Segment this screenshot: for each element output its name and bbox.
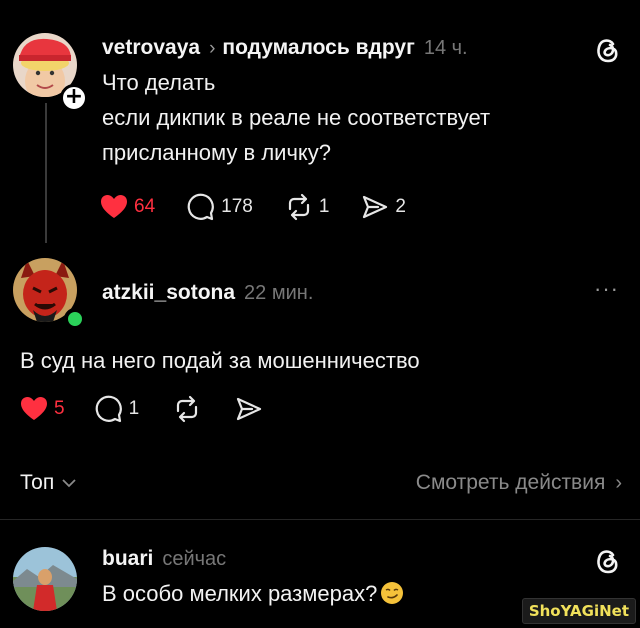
thread-post-1: + vetrovaya › подумалось вдруг 14 ч. Что…: [0, 0, 640, 250]
reply-count: 1: [128, 398, 140, 419]
watermark-logo: ShoYAGiNet: [521, 598, 636, 624]
smirking-face-icon: [381, 582, 404, 604]
online-status-indicator: [64, 308, 86, 330]
post-text-line: присланному в личку?: [102, 140, 332, 165]
follow-plus-icon[interactable]: +: [60, 84, 88, 112]
repost-icon: [177, 395, 198, 423]
post-actions: 5 1: [20, 395, 295, 423]
sort-dropdown[interactable]: Топ: [20, 471, 76, 495]
post-header: vetrovaya › подумалось вдруг 14 ч.: [102, 36, 468, 60]
timestamp: 22 мин.: [244, 282, 314, 304]
comment-bubble-icon: [95, 395, 122, 423]
post-text-line: Что делать: [102, 70, 216, 95]
chevron-down-icon: [62, 479, 76, 488]
chevron-right-icon: ›: [615, 471, 622, 494]
timestamp: сейчас: [162, 548, 227, 570]
reply-count: 178: [221, 196, 253, 217]
like-count: 5: [54, 398, 65, 419]
share-button[interactable]: 2: [361, 193, 406, 221]
reply-button[interactable]: 178: [187, 193, 253, 221]
send-icon: [363, 195, 388, 219]
post-header: atzkii_sotona 22 мин.: [102, 281, 313, 305]
post-text-content: В особо мелких размерах?: [102, 581, 378, 606]
repost-button[interactable]: 1: [285, 193, 330, 221]
username[interactable]: vetrovaya: [102, 36, 200, 60]
post-text: Что делать если дикпик в реале не соотве…: [102, 65, 602, 170]
sort-label: Топ: [20, 471, 55, 494]
repost-button[interactable]: [173, 395, 201, 423]
avatar[interactable]: [13, 547, 77, 611]
repost-count: 1: [318, 196, 330, 217]
timestamp: 14 ч.: [423, 37, 468, 59]
more-dots-icon[interactable]: ···: [594, 276, 619, 302]
username[interactable]: buari: [102, 547, 153, 571]
view-activity-label: Смотреть действия: [415, 471, 606, 494]
like-button[interactable]: 5: [20, 396, 65, 422]
share-count: 2: [395, 196, 406, 217]
username[interactable]: atzkii_sotona: [102, 281, 235, 305]
post-text-line: если дикпик в реале не соответствует: [102, 105, 491, 130]
post-header: buari сейчас: [102, 547, 226, 571]
chevron-right-icon: ›: [209, 38, 216, 59]
threads-logo-icon[interactable]: [592, 546, 622, 576]
like-count: 64: [134, 196, 156, 217]
view-activity-link[interactable]: Смотреть действия ›: [416, 471, 622, 495]
community-name[interactable]: подумалось вдруг: [222, 36, 414, 60]
heart-filled-icon: [21, 397, 47, 420]
watermark-text: ShoYAGiNet: [528, 602, 629, 620]
share-button[interactable]: [235, 395, 263, 423]
threads-logo-icon[interactable]: [592, 35, 622, 65]
comment-bubble-icon: [187, 193, 214, 221]
post-text: В особо мелких размерах?: [102, 576, 404, 611]
send-icon: [237, 397, 262, 421]
post-actions: 64 178 1 2: [100, 193, 438, 221]
heart-filled-icon: [101, 195, 127, 218]
thread-connector-line: [45, 103, 47, 243]
post-text: В суд на него подай за мошенничество: [20, 348, 420, 373]
like-button[interactable]: 64: [100, 194, 155, 220]
reply-button[interactable]: 1: [95, 395, 140, 423]
repost-icon: [288, 193, 309, 221]
thread-post-2: atzkii_sotona 22 мин. ··· В суд на него …: [0, 250, 640, 450]
